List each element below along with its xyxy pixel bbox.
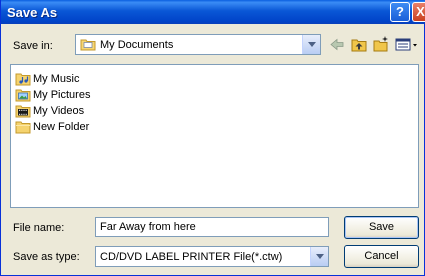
pictures-folder-icon xyxy=(15,89,31,102)
chevron-down-icon[interactable] xyxy=(310,247,328,266)
views-menu-icon[interactable] xyxy=(394,35,420,54)
file-list[interactable]: My Music My Pictures My Videos New Folde… xyxy=(10,64,419,208)
save-in-dropdown[interactable]: My Documents xyxy=(75,34,321,55)
chevron-down-icon[interactable] xyxy=(302,35,320,54)
list-item-label: My Music xyxy=(33,73,80,85)
documents-folder-icon xyxy=(80,39,96,51)
list-item-label: My Videos xyxy=(33,105,85,117)
folder-icon xyxy=(15,121,31,134)
title-bar[interactable]: Save As ? X xyxy=(1,0,425,24)
music-folder-icon xyxy=(15,73,31,86)
file-name-field[interactable]: Far Away from here xyxy=(95,217,329,237)
up-folder-icon[interactable] xyxy=(350,35,368,54)
save-in-value: My Documents xyxy=(100,39,174,51)
save-as-dialog: Save As ? X Save in: My Documents My Mus… xyxy=(0,0,425,276)
file-name-label: File name: xyxy=(13,222,65,234)
new-folder-icon[interactable] xyxy=(372,35,390,54)
cancel-button[interactable]: Cancel xyxy=(344,245,419,268)
close-button[interactable]: X xyxy=(412,2,425,22)
window-title: Save As xyxy=(7,5,58,20)
save-in-label: Save in: xyxy=(13,40,53,52)
help-button[interactable]: ? xyxy=(390,2,410,22)
save-as-type-label: Save as type: xyxy=(13,251,80,263)
save-as-type-dropdown[interactable]: CD/DVD LABEL PRINTER File(*.ctw) xyxy=(95,246,329,267)
save-button[interactable]: Save xyxy=(344,216,419,239)
list-item-label: New Folder xyxy=(33,121,90,133)
save-as-type-value: CD/DVD LABEL PRINTER File(*.ctw) xyxy=(100,251,283,263)
list-item-label: My Pictures xyxy=(33,89,91,101)
videos-folder-icon xyxy=(15,105,31,118)
back-arrow-icon[interactable] xyxy=(328,35,346,54)
